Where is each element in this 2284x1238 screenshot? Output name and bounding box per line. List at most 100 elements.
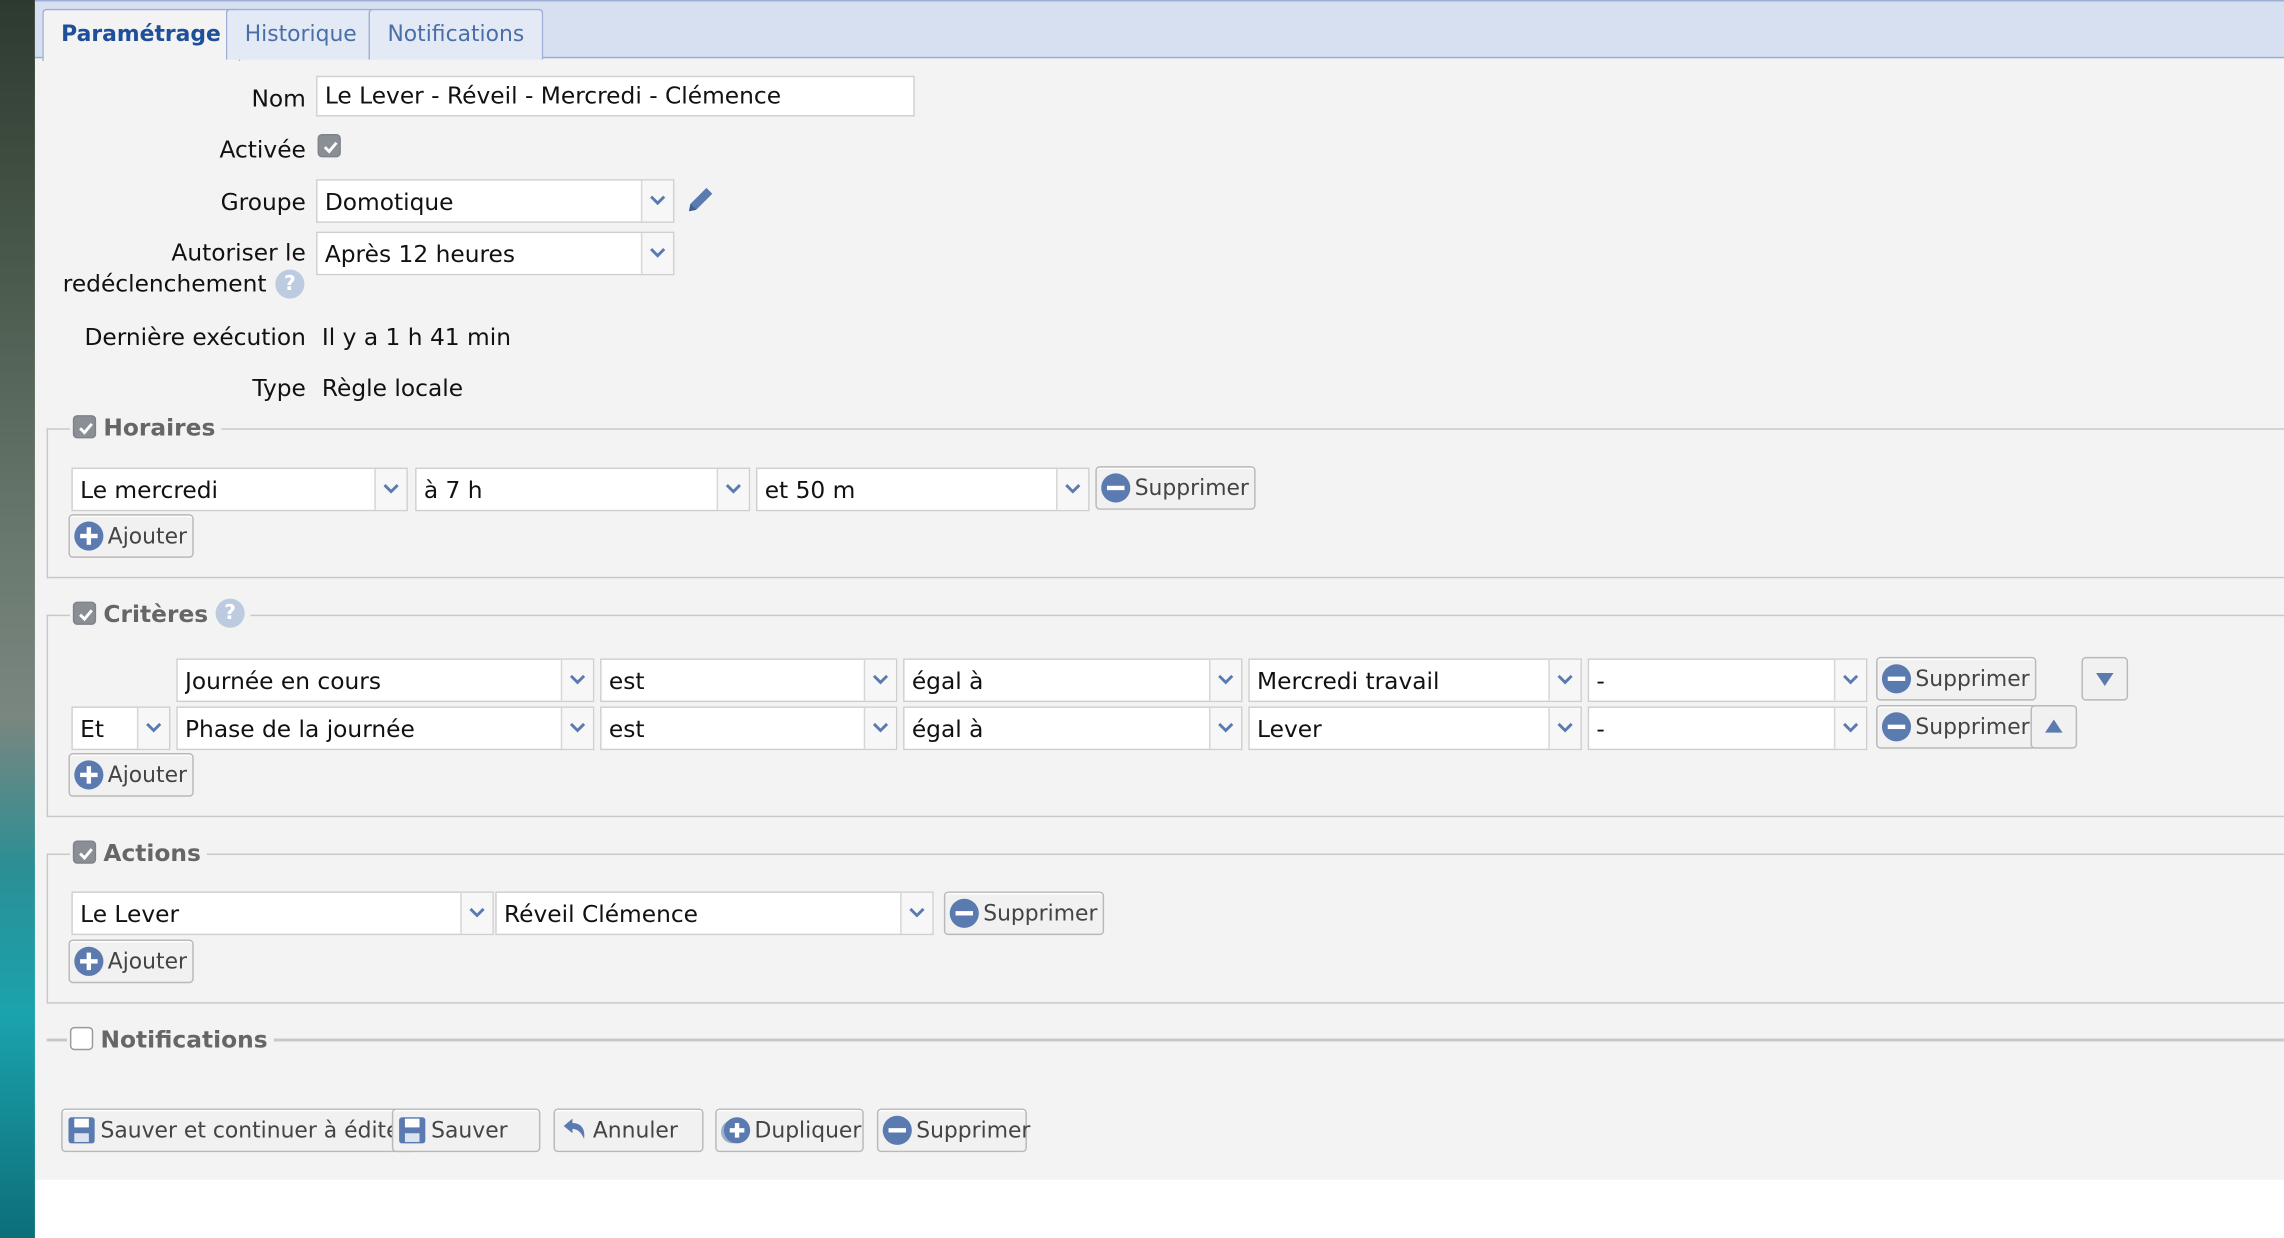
action-target-select[interactable]: Le Lever <box>71 891 494 936</box>
critere-1-delete-button[interactable]: Supprimer <box>1876 656 2037 701</box>
duplicate-label: Dupliquer <box>754 1117 862 1144</box>
type-value: Règle locale <box>321 374 464 403</box>
critere-1-subject-select[interactable]: Journée en cours <box>176 658 595 703</box>
chevron-down-icon <box>1218 722 1234 733</box>
tab-parametrage[interactable]: Paramétrage <box>42 8 240 62</box>
criteres-add-button[interactable]: Ajouter <box>68 753 195 797</box>
plus-circle-icon <box>74 946 104 976</box>
minus-circle-icon <box>1101 472 1131 502</box>
duplicate-plus-icon <box>721 1116 751 1143</box>
notifications-fieldset <box>46 1038 2284 1042</box>
help-icon[interactable]: ? <box>275 269 305 299</box>
floppy-disk-icon <box>68 1116 95 1143</box>
critere-2-operator-select[interactable]: égal à <box>903 706 1243 751</box>
chevron-down-icon <box>650 248 666 258</box>
plus-circle-icon <box>74 520 104 550</box>
save-continue-button[interactable]: Sauver et continuer à éditer <box>61 1108 416 1153</box>
activee-label: Activée <box>219 135 306 164</box>
tab-historique[interactable]: Historique <box>225 8 376 60</box>
chevron-down-icon <box>872 722 889 733</box>
nom-input[interactable] <box>316 75 915 117</box>
critere-1-operator-select[interactable]: égal à <box>903 658 1243 703</box>
critere-2-extra-value: - <box>1596 715 1605 743</box>
autoriser-label-line2: redéclenchement <box>62 269 267 298</box>
chevron-down-icon <box>469 907 485 918</box>
actions-delete-label: Supprimer <box>983 900 1098 927</box>
notifications-title: Notifications <box>100 1025 268 1054</box>
action-target-value: Le Lever <box>80 900 180 928</box>
critere-2-subject-value: Phase de la journée <box>184 715 415 743</box>
horaires-minute-select[interactable]: et 50 m <box>755 467 1090 512</box>
move-up-button[interactable] <box>2030 704 2078 749</box>
chevron-down-icon <box>650 195 666 206</box>
critere-2-operator-value: égal à <box>911 715 984 743</box>
duplicate-button[interactable]: Dupliquer <box>715 1108 864 1153</box>
save-button[interactable]: Sauver <box>391 1108 541 1153</box>
critere-1-verb-value: est <box>608 667 645 695</box>
critere-2-value-select[interactable]: Lever <box>1248 706 1582 751</box>
critere-2-verb-select[interactable]: est <box>600 706 898 751</box>
horaires-day-value: Le mercredi <box>80 476 219 504</box>
horaires-day-select[interactable]: Le mercredi <box>71 467 408 512</box>
desktop-background <box>0 0 35 1238</box>
save-continue-label: Sauver et continuer à éditer <box>100 1117 409 1144</box>
autoriser-label-line1: Autoriser le <box>171 238 306 267</box>
horaires-add-button[interactable]: Ajouter <box>68 514 195 558</box>
action-action-select[interactable]: Réveil Clémence <box>495 891 934 936</box>
type-label: Type <box>252 374 306 403</box>
arrow-down-icon <box>2096 672 2114 687</box>
minus-circle-icon <box>1881 711 1912 741</box>
critere-2-subject-select[interactable]: Phase de la journée <box>176 706 595 751</box>
undo-icon <box>563 1117 585 1139</box>
delete-button[interactable]: Supprimer <box>876 1108 1031 1153</box>
floppy-disk-icon <box>399 1116 426 1143</box>
horaires-hour-value: à 7 h <box>423 476 483 504</box>
groupe-select[interactable]: Domotique <box>316 179 675 223</box>
cancel-button[interactable]: Annuler <box>553 1108 704 1153</box>
chevron-down-icon <box>569 722 586 733</box>
tab-notifications[interactable]: Notifications <box>368 8 544 60</box>
activee-checkbox[interactable] <box>317 134 341 158</box>
rule-editor-panel: Paramétrage Historique Notifications Nom… <box>34 0 2284 1180</box>
horaires-checkbox[interactable] <box>72 414 97 438</box>
derniere-execution-value: Il y a 1 h 41 min <box>321 323 511 352</box>
critere-2-extra-select[interactable]: - <box>1587 706 1868 751</box>
critere-1-operator-value: égal à <box>911 667 984 695</box>
chevron-down-icon <box>1843 674 1859 685</box>
critere-2-connector-select[interactable]: Et <box>71 706 171 751</box>
derniere-execution-label: Dernière exécution <box>84 323 306 352</box>
notifications-checkbox[interactable] <box>69 1026 94 1050</box>
check-icon <box>79 847 93 860</box>
criteres-title: Critères <box>103 600 209 628</box>
actions-add-button[interactable]: Ajouter <box>68 939 195 984</box>
delete-label: Supprimer <box>916 1117 1031 1144</box>
autoriser-select[interactable]: Après 12 heures <box>316 231 675 276</box>
help-icon[interactable]: ? <box>215 597 245 628</box>
chevron-down-icon <box>725 484 741 494</box>
horaires-delete-button[interactable]: Supprimer <box>1095 466 1257 510</box>
actions-checkbox[interactable] <box>72 839 97 864</box>
horaires-minute-value: et 50 m <box>764 476 856 504</box>
actions-add-label: Ajouter <box>107 948 188 975</box>
page-bottom <box>34 1179 2284 1238</box>
horaires-hour-select[interactable]: à 7 h <box>415 467 751 512</box>
check-icon <box>79 608 93 621</box>
chevron-down-icon <box>146 722 162 733</box>
arrow-up-icon <box>2045 719 2063 733</box>
critere-1-verb-select[interactable]: est <box>600 658 898 703</box>
groupe-label: Groupe <box>220 187 306 216</box>
move-down-button[interactable] <box>2081 656 2129 701</box>
critere-1-extra-select[interactable]: - <box>1587 658 1868 703</box>
actions-delete-button[interactable]: Supprimer <box>943 891 1105 936</box>
criteres-checkbox[interactable] <box>72 600 97 625</box>
horaires-legend: Horaires <box>69 412 222 445</box>
critere-2-delete-button[interactable]: Supprimer <box>1876 704 2037 749</box>
horaires-add-label: Ajouter <box>107 522 188 550</box>
groupe-select-value: Domotique <box>324 187 454 216</box>
edit-pencil-icon[interactable] <box>685 184 717 216</box>
critere-1-value-select[interactable]: Mercredi travail <box>1248 658 1582 703</box>
critere-1-delete-label: Supprimer <box>1915 665 2030 692</box>
critere-1-extra-value: - <box>1596 667 1605 695</box>
tab-bar: Paramétrage Historique Notifications <box>34 0 2284 62</box>
chevron-down-icon <box>1557 674 1573 685</box>
